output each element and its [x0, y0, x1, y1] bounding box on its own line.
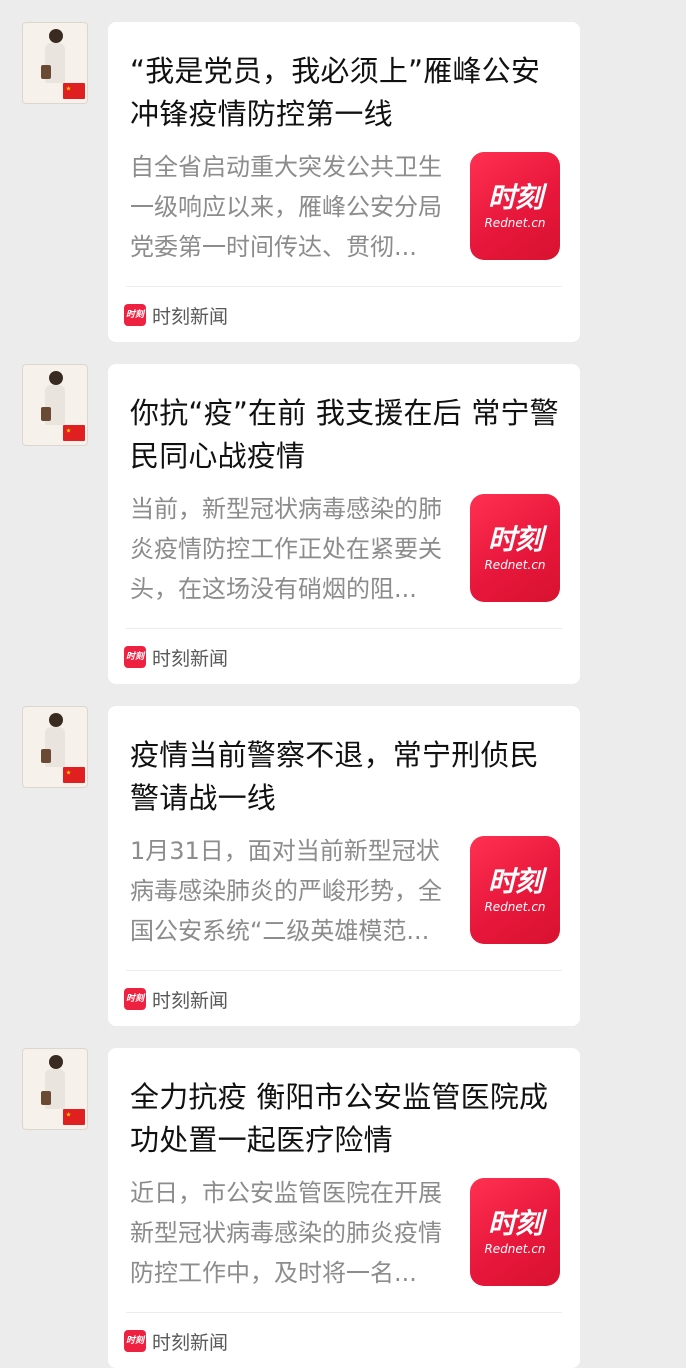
message-item: 疫情当前警察不退，常宁刑侦民警请战一线 1月31日，面对当前新型冠状病毒感染肺炎… — [0, 684, 686, 1026]
message-item: 你抗“疫”在前 我支援在后 常宁警民同心战疫情 当前，新型冠状病毒感染的肺炎疫情… — [0, 342, 686, 684]
news-thumbnail: 时刻 Rednet.cn — [470, 152, 560, 260]
news-source: 时刻 时刻新闻 — [124, 302, 228, 328]
news-card[interactable]: 全力抗疫 衡阳市公安监管医院成功处置一起医疗险情 近日，市公安监管医院在开展新型… — [108, 1048, 580, 1368]
news-summary: 1月31日，面对当前新型冠状病毒感染肺炎的严峻形势，全国公安系统“二级英雄模范.… — [130, 837, 442, 945]
news-thumbnail: 时刻 Rednet.cn — [470, 836, 560, 944]
news-source: 时刻 时刻新闻 — [124, 986, 228, 1012]
shike-news-icon: 时刻 — [124, 646, 146, 668]
thumbnail-sub-text: Rednet.cn — [484, 900, 546, 914]
avatar[interactable] — [22, 1048, 88, 1130]
avatar-bag — [41, 749, 51, 763]
avatar-hair — [49, 1055, 63, 1069]
news-thumbnail: 时刻 Rednet.cn — [470, 1178, 560, 1286]
news-source: 时刻 时刻新闻 — [124, 644, 228, 670]
news-source-name: 时刻新闻 — [152, 305, 229, 328]
news-summary: 近日，市公安监管医院在开展新型冠状病毒感染的肺炎疫情防控工作中，及时将一名... — [130, 1179, 442, 1287]
news-source-name: 时刻新闻 — [152, 1331, 229, 1354]
thumbnail-brand-text: 时刻 — [487, 1207, 543, 1240]
card-divider — [126, 970, 562, 971]
news-thumbnail: 时刻 Rednet.cn — [470, 494, 560, 602]
news-source-name: 时刻新闻 — [152, 989, 229, 1012]
thumbnail-brand-text: 时刻 — [487, 181, 543, 214]
avatar[interactable] — [22, 706, 88, 788]
news-title: 全力抗疫 衡阳市公安监管医院成功处置一起医疗险情 — [130, 1080, 549, 1157]
avatar[interactable] — [22, 364, 88, 446]
avatar-bag — [41, 65, 51, 79]
message-item: “我是党员，我必须上”雁峰公安冲锋疫情防控第一线 自全省启动重大突发公共卫生一级… — [0, 0, 686, 342]
news-source-name: 时刻新闻 — [152, 647, 229, 670]
news-source: 时刻 时刻新闻 — [124, 1328, 228, 1354]
news-card[interactable]: “我是党员，我必须上”雁峰公安冲锋疫情防控第一线 自全省启动重大突发公共卫生一级… — [108, 22, 580, 342]
shike-news-icon: 时刻 — [124, 1330, 146, 1352]
card-divider — [126, 628, 562, 629]
shike-news-icon: 时刻 — [124, 304, 146, 326]
avatar-hair — [49, 371, 63, 385]
news-title: 疫情当前警察不退，常宁刑侦民警请战一线 — [130, 738, 539, 815]
news-card[interactable]: 疫情当前警察不退，常宁刑侦民警请战一线 1月31日，面对当前新型冠状病毒感染肺炎… — [108, 706, 580, 1026]
news-summary: 自全省启动重大突发公共卫生一级响应以来，雁峰公安分局党委第一时间传达、贯彻... — [130, 153, 442, 261]
avatar[interactable] — [22, 22, 88, 104]
thumbnail-brand-text: 时刻 — [487, 523, 543, 556]
news-card[interactable]: 你抗“疫”在前 我支援在后 常宁警民同心战疫情 当前，新型冠状病毒感染的肺炎疫情… — [108, 364, 580, 684]
avatar-hair — [49, 713, 63, 727]
message-item: 全力抗疫 衡阳市公安监管医院成功处置一起医疗险情 近日，市公安监管医院在开展新型… — [0, 1026, 686, 1368]
china-flag-icon — [63, 1109, 85, 1125]
avatar-bag — [41, 407, 51, 421]
china-flag-icon — [63, 83, 85, 99]
shike-news-icon: 时刻 — [124, 988, 146, 1010]
thumbnail-sub-text: Rednet.cn — [484, 1242, 546, 1256]
china-flag-icon — [63, 425, 85, 441]
news-title: “我是党员，我必须上”雁峰公安冲锋疫情防控第一线 — [130, 54, 541, 131]
news-title: 你抗“疫”在前 我支援在后 常宁警民同心战疫情 — [130, 396, 559, 473]
thumbnail-sub-text: Rednet.cn — [484, 216, 546, 230]
news-summary: 当前，新型冠状病毒感染的肺炎疫情防控工作正处在紧要关头，在这场没有硝烟的阻... — [130, 495, 442, 603]
china-flag-icon — [63, 767, 85, 783]
thumbnail-sub-text: Rednet.cn — [484, 558, 546, 572]
card-divider — [126, 286, 562, 287]
card-divider — [126, 1312, 562, 1313]
avatar-bag — [41, 1091, 51, 1105]
thumbnail-brand-text: 时刻 — [487, 865, 543, 898]
avatar-hair — [49, 29, 63, 43]
